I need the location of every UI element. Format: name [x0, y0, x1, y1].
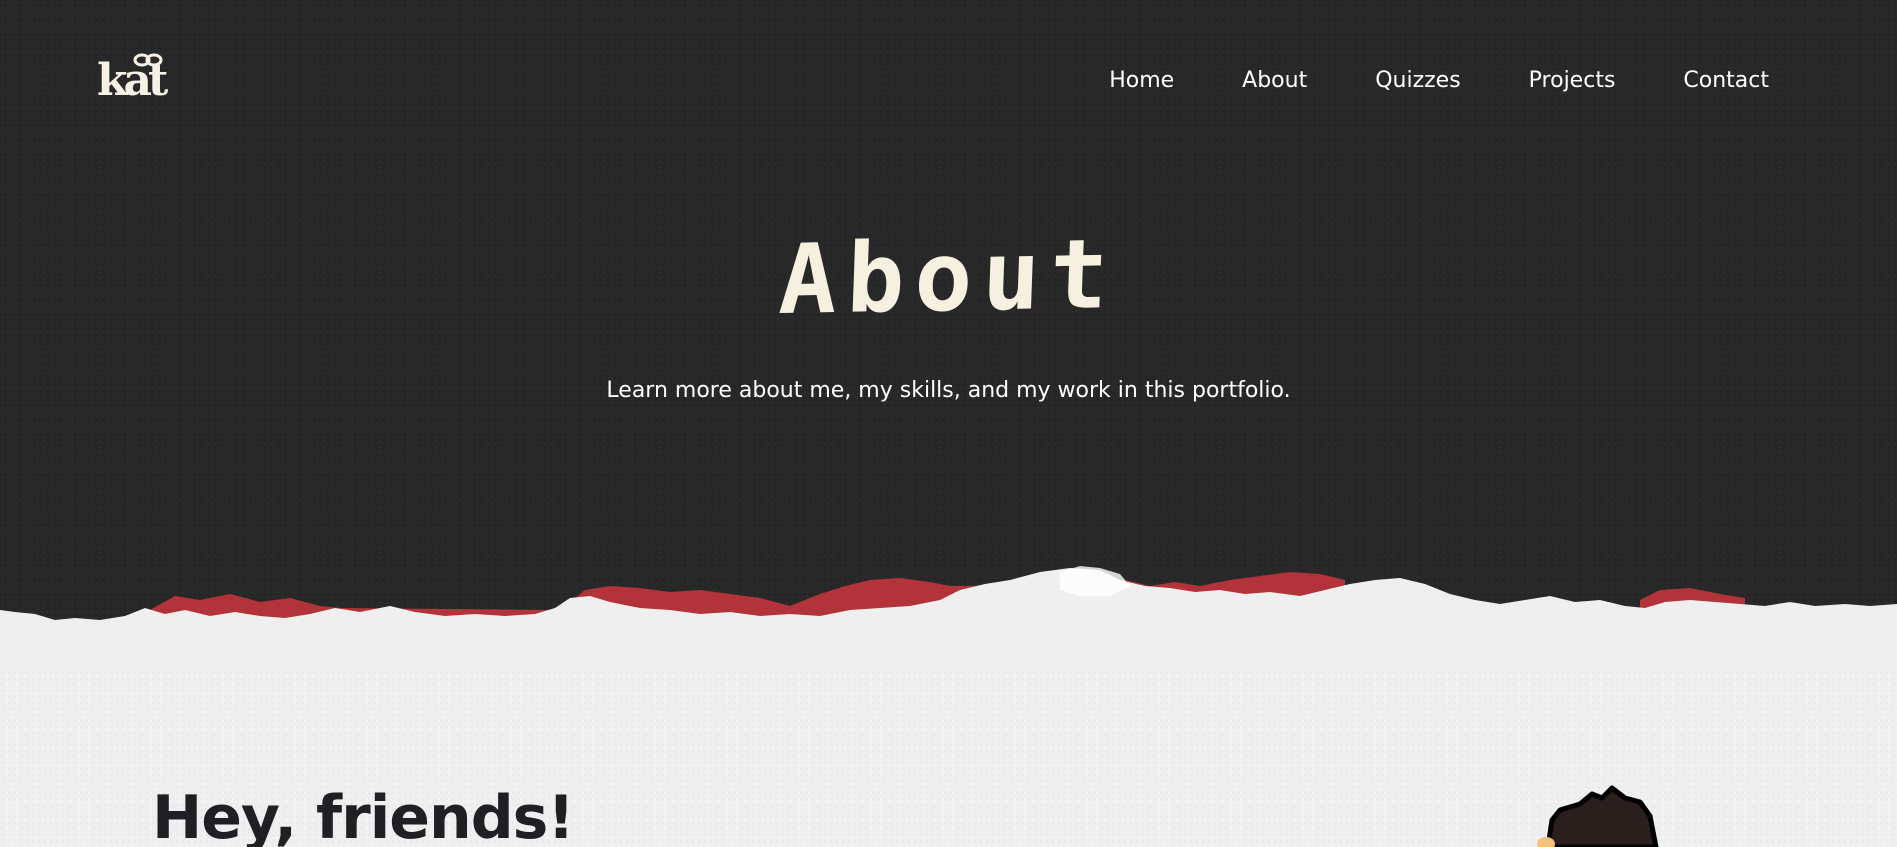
- hero-section: kat Home About Quizzes Projects Contact …: [0, 0, 1897, 640]
- torn-paper-divider: [0, 566, 1897, 670]
- intro-heading: Hey, friends!: [152, 783, 575, 847]
- nav-home[interactable]: Home: [1109, 66, 1174, 96]
- nav-projects[interactable]: Projects: [1529, 66, 1616, 96]
- main-navigation: Home About Quizzes Projects Contact: [1109, 66, 1769, 96]
- page-subtitle: Learn more about me, my skills, and my w…: [606, 378, 1291, 403]
- avatar-illustration: [1537, 785, 1659, 847]
- page-title: About: [777, 217, 1120, 337]
- site-logo[interactable]: kat: [97, 53, 179, 106]
- nav-quizzes[interactable]: Quizzes: [1375, 66, 1460, 96]
- nav-about[interactable]: About: [1242, 66, 1307, 96]
- logo-wordmark: kat: [97, 55, 168, 106]
- nav-contact[interactable]: Contact: [1683, 66, 1769, 96]
